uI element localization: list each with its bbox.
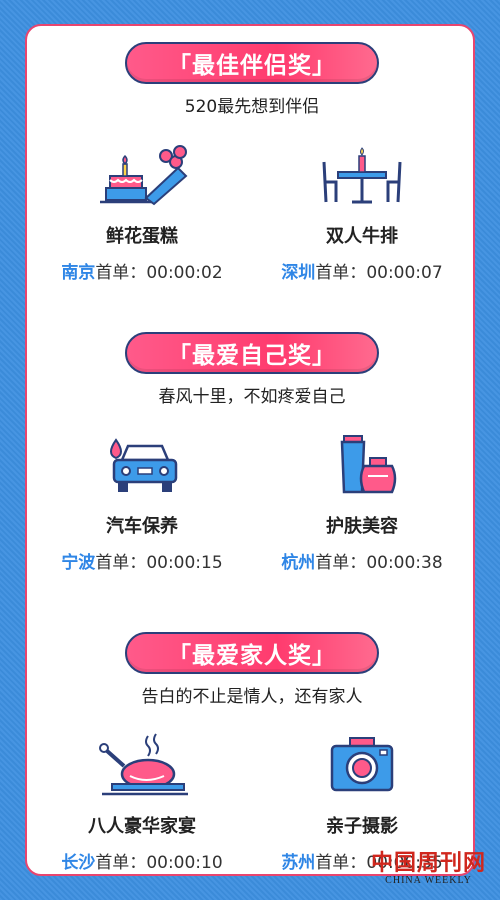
skincare-icon bbox=[340, 435, 397, 494]
city-label: 苏州 bbox=[281, 853, 316, 873]
china-weekly-watermark: 中国周刊网 CHINA WEEKLY bbox=[371, 845, 486, 886]
first-order-time: 00:00:15 bbox=[146, 553, 223, 573]
award-item-name: 汽车保养 bbox=[106, 516, 178, 537]
award-item-name: 鲜花蛋糕 bbox=[106, 226, 178, 247]
award-item-steak: 双人牛排 深圳首单：00:00:07 bbox=[267, 142, 457, 283]
award-item-name: 八人豪华家宴 bbox=[88, 816, 196, 837]
section-subtitle: 520最先想到伴侣 bbox=[184, 97, 320, 117]
section-subtitle: 春风十里，不如疼爱自己 bbox=[158, 387, 346, 407]
section-subtitle: 告白的不止是情人，还有家人 bbox=[141, 687, 363, 707]
first-order-time: 00:00:38 bbox=[366, 553, 443, 573]
first-order-label: 首单： bbox=[95, 553, 147, 573]
award-item-car-maintenance: 汽车保养 宁波首单：00:00:15 bbox=[47, 432, 237, 573]
city-label: 南京 bbox=[61, 263, 96, 283]
award-item-family-banquet: 八人豪华家宴 长沙首单：00:00:10 bbox=[47, 732, 237, 873]
city-label: 深圳 bbox=[281, 263, 316, 283]
award-item-skincare: 护肤美容 杭州首单：00:00:38 bbox=[267, 432, 457, 573]
first-order-label: 首单： bbox=[95, 853, 147, 873]
city-label: 杭州 bbox=[281, 553, 316, 573]
award-item-name: 亲子摄影 bbox=[326, 816, 398, 837]
roast-chicken-icon bbox=[99, 733, 188, 796]
first-order-time: 00:00:10 bbox=[146, 853, 223, 873]
first-order-time: 00:00:02 bbox=[146, 263, 223, 283]
first-order-time: 00:00:07 bbox=[366, 263, 443, 283]
first-order-info: 长沙首单：00:00:10 bbox=[47, 848, 237, 873]
dinner-table-icon bbox=[322, 147, 402, 204]
city-label: 宁波 bbox=[61, 553, 96, 573]
section-title-banner: 「最爱家人奖」 bbox=[125, 632, 379, 674]
award-item-name: 护肤美容 bbox=[326, 516, 398, 537]
first-order-label: 首单： bbox=[315, 263, 367, 283]
watermark-title: 中国周刊网 bbox=[370, 850, 486, 876]
first-order-label: 首单： bbox=[95, 263, 147, 283]
awards-card: 「最佳伴侣奖」 520最先想到伴侣 鲜花蛋糕 南京首单：00:00:02 双人牛… bbox=[25, 24, 475, 876]
first-order-label: 首单： bbox=[315, 553, 367, 573]
award-item-flower-cake: 鲜花蛋糕 南京首单：00:00:02 bbox=[47, 142, 237, 283]
first-order-label: 首单： bbox=[315, 853, 367, 873]
camera-icon bbox=[330, 737, 394, 792]
first-order-info: 深圳首单：00:00:07 bbox=[267, 258, 457, 283]
first-order-info: 杭州首单：00:00:38 bbox=[267, 548, 457, 573]
watermark-subtitle: CHINA WEEKLY bbox=[385, 875, 472, 886]
city-label: 长沙 bbox=[61, 853, 96, 873]
section-title-banner: 「最爱自己奖」 bbox=[125, 332, 379, 374]
section-title-banner: 「最佳伴侣奖」 bbox=[125, 42, 379, 84]
first-order-info: 南京首单：00:00:02 bbox=[47, 258, 237, 283]
cake-flowers-icon bbox=[100, 145, 188, 206]
first-order-info: 宁波首单：00:00:15 bbox=[47, 548, 237, 573]
award-item-name: 双人牛排 bbox=[326, 226, 398, 247]
car-wash-icon bbox=[110, 438, 178, 492]
